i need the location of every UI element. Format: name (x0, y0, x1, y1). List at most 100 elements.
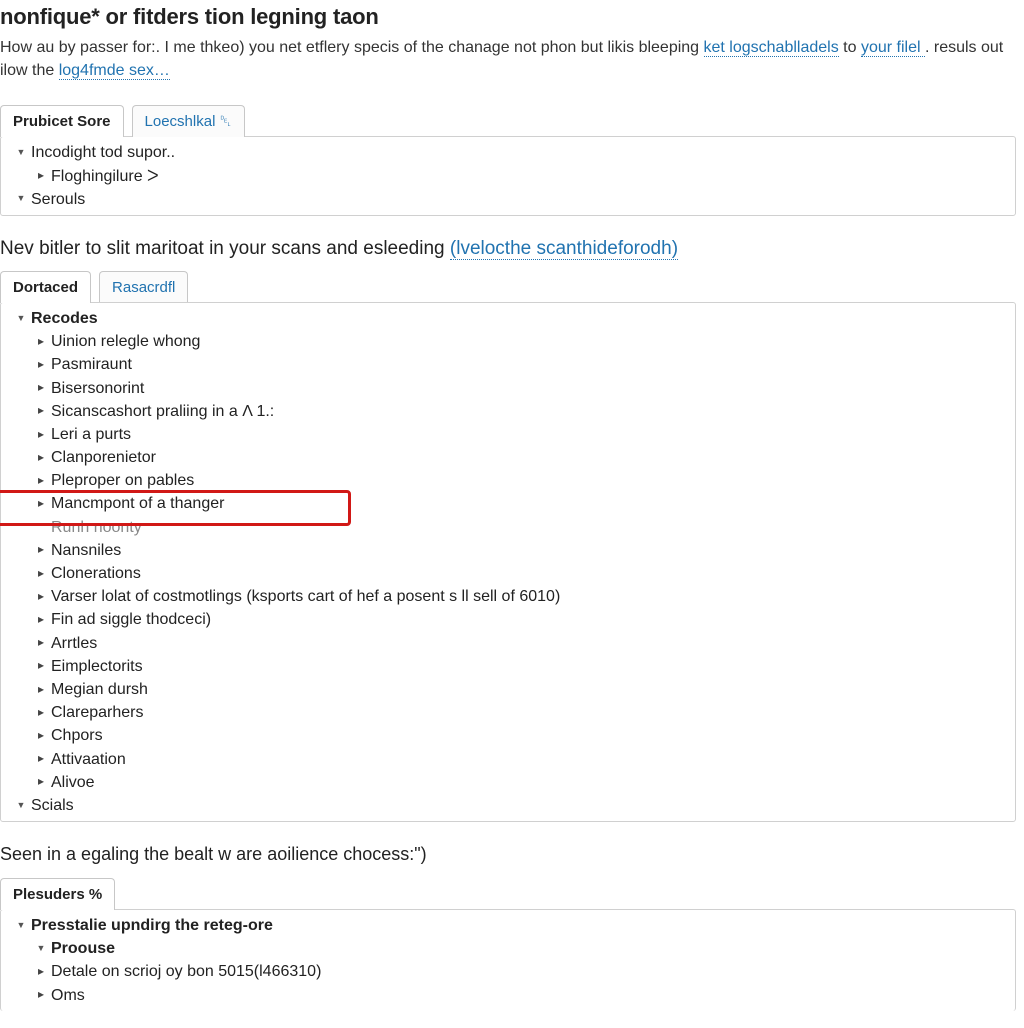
tree-item[interactable]: Runh noonty (9, 516, 1007, 539)
tree-label: Clonerations (51, 562, 141, 585)
tree-label: Oms (51, 984, 85, 1007)
chevron-right-icon (35, 681, 47, 699)
chevron-right-icon (35, 541, 47, 559)
tree-item[interactable]: Detale on scrioj oy bon 5015(l466310) (9, 960, 1007, 983)
chevron-down-icon (15, 918, 27, 934)
panel1-tab-inactive[interactable]: Loecshlkal ␡ (132, 105, 245, 137)
tree-item[interactable]: Mancmpont of a thanger (9, 492, 1007, 515)
tree-item[interactable]: Megian dursh (9, 678, 1007, 701)
chevron-right-icon (35, 588, 47, 606)
intro-link-1[interactable]: ket logschablladels (704, 39, 839, 57)
tree-item[interactable]: Incodight tod supor.. (9, 141, 1007, 164)
chevron-right-icon (35, 727, 47, 745)
tree-item[interactable]: Bisersonorint (9, 377, 1007, 400)
chevron-right-icon (35, 773, 47, 791)
tree-label: Bisersonorint (51, 377, 144, 400)
tree-label: Pasmiraunt (51, 353, 132, 376)
tree-label: Varser lolat of costmotlings (ksports ca… (51, 585, 560, 608)
tree-label: Serouls (31, 188, 85, 211)
tree-item[interactable]: Eimplectorits (9, 655, 1007, 678)
tree-item[interactable]: Oms (9, 984, 1007, 1007)
tree-item[interactable]: Floghingilure ᐳ (9, 165, 1007, 188)
chevron-down-icon (15, 311, 27, 327)
page-title: nonfique* or fitders tion legning taon (0, 4, 1016, 30)
tree-item[interactable]: Varser lolat of costmotlings (ksports ca… (9, 585, 1007, 608)
tree-label: Floghingilure ᐳ (51, 165, 159, 188)
chevron-right-icon (35, 356, 47, 374)
chevron-right-icon (35, 333, 47, 351)
tree-label: Detale on scrioj oy bon 5015(l466310) (51, 960, 321, 983)
intro-link-3[interactable]: log4fmde sex… (59, 62, 170, 80)
chevron-right-icon (35, 565, 47, 583)
tree-label: Nansniles (51, 539, 121, 562)
tree-item[interactable]: Serouls (9, 188, 1007, 211)
tree-item[interactable]: Alivoe (9, 771, 1007, 794)
panel2-tree: Recodes Uinion relegle whongPasmirauntBi… (0, 302, 1016, 822)
intro-paragraph: How au by passer for:. I me thkeo) you n… (0, 36, 1016, 82)
tree-label: Clanporenietor (51, 446, 156, 469)
chevron-down-icon (15, 191, 27, 207)
tree-label: Alivoe (51, 771, 95, 794)
tree-item[interactable]: Uinion relegle whong (9, 330, 1007, 353)
tree-item[interactable]: Scials (9, 794, 1007, 817)
tree-item[interactable]: Clanporenietor (9, 446, 1007, 469)
section2-heading-text: Nev bitler to slit maritoat in your scan… (0, 238, 450, 259)
tree-label: Mancmpont of a thanger (51, 492, 224, 515)
tree-label: Proouse (51, 937, 115, 960)
intro-link-2[interactable]: your filel (861, 39, 925, 57)
tree-item[interactable]: Pasmiraunt (9, 353, 1007, 376)
tree-item[interactable]: Proouse (9, 937, 1007, 960)
panel2-tabs: Dortaced Rasacrdfl (0, 270, 1016, 302)
tree-label: Sicanscashort praliing in a Λ 1.: (51, 400, 274, 423)
tree-root[interactable]: Recodes (9, 307, 1007, 330)
chevron-right-icon (35, 167, 47, 185)
tree-item[interactable]: Chpors (9, 724, 1007, 747)
tree-item[interactable]: Nansniles (9, 539, 1007, 562)
tree-label: Leri a purts (51, 423, 131, 446)
chevron-right-icon (35, 449, 47, 467)
section2-heading-link[interactable]: (lvelocthe scanthideforodh) (450, 238, 678, 260)
panel2-tab-active[interactable]: Dortaced (0, 271, 91, 303)
tree-label: Runh noonty (51, 516, 142, 539)
tree-label: Pleproper on pables (51, 469, 194, 492)
panel3-tree: Presstalie upndirg the reteg-ore Proouse… (0, 909, 1016, 1011)
panel1-tree: Incodight tod supor.. Floghingilure ᐳ Se… (0, 136, 1016, 216)
chevron-right-icon (35, 402, 47, 420)
tree-label: Fin ad siggle thodceci) (51, 608, 211, 631)
tree-item[interactable]: Pleproper on pables (9, 469, 1007, 492)
chevron-right-icon (35, 611, 47, 629)
chevron-right-icon (35, 426, 47, 444)
tree-item[interactable]: Clonerations (9, 562, 1007, 585)
tree-item[interactable]: Clareparhers (9, 701, 1007, 724)
tree-item[interactable]: Leri a purts (9, 423, 1007, 446)
intro-text-2: to (839, 39, 861, 56)
panel2-tab-inactive[interactable]: Rasacrdfl (99, 271, 188, 303)
tree-item[interactable]: Arrtles (9, 632, 1007, 655)
panel1-tabs: Prubicet Sore Loecshlkal ␡ (0, 104, 1016, 136)
tree-label: Scials (31, 794, 74, 817)
chevron-right-icon (35, 495, 47, 513)
tree-item[interactable]: Sicanscashort praliing in a Λ 1.: (9, 400, 1007, 423)
tree-item[interactable]: Attivaation (9, 748, 1007, 771)
chevron-right-icon (35, 704, 47, 722)
tree-item[interactable]: Presstalie upndirg the reteg-ore (9, 914, 1007, 937)
chevron-right-icon (35, 657, 47, 675)
panel1-tab-active[interactable]: Prubicet Sore (0, 105, 124, 137)
panel3-tab-active[interactable]: Plesuders % (0, 878, 115, 910)
tree-label: Recodes (31, 307, 98, 330)
tree-label: Uinion relegle whong (51, 330, 200, 353)
tree-label: Eimplectorits (51, 655, 143, 678)
chevron-down-icon (35, 941, 47, 957)
tree-label: Attivaation (51, 748, 126, 771)
chevron-right-icon (35, 986, 47, 1004)
tree-label: Incodight tod supor.. (31, 141, 175, 164)
chevron-down-icon (15, 145, 27, 161)
panel3-tabs: Plesuders % (0, 877, 1016, 909)
section2-heading: Nev bitler to slit maritoat in your scan… (0, 238, 1016, 260)
intro-text-1: How au by passer for:. I me thkeo) you n… (0, 39, 704, 56)
chevron-down-icon (15, 798, 27, 814)
section3-heading: Seen in a egaling the bealt w are aoilie… (0, 844, 1016, 865)
tree-item[interactable]: Fin ad siggle thodceci) (9, 608, 1007, 631)
chevron-right-icon (35, 472, 47, 490)
chevron-right-icon (35, 634, 47, 652)
